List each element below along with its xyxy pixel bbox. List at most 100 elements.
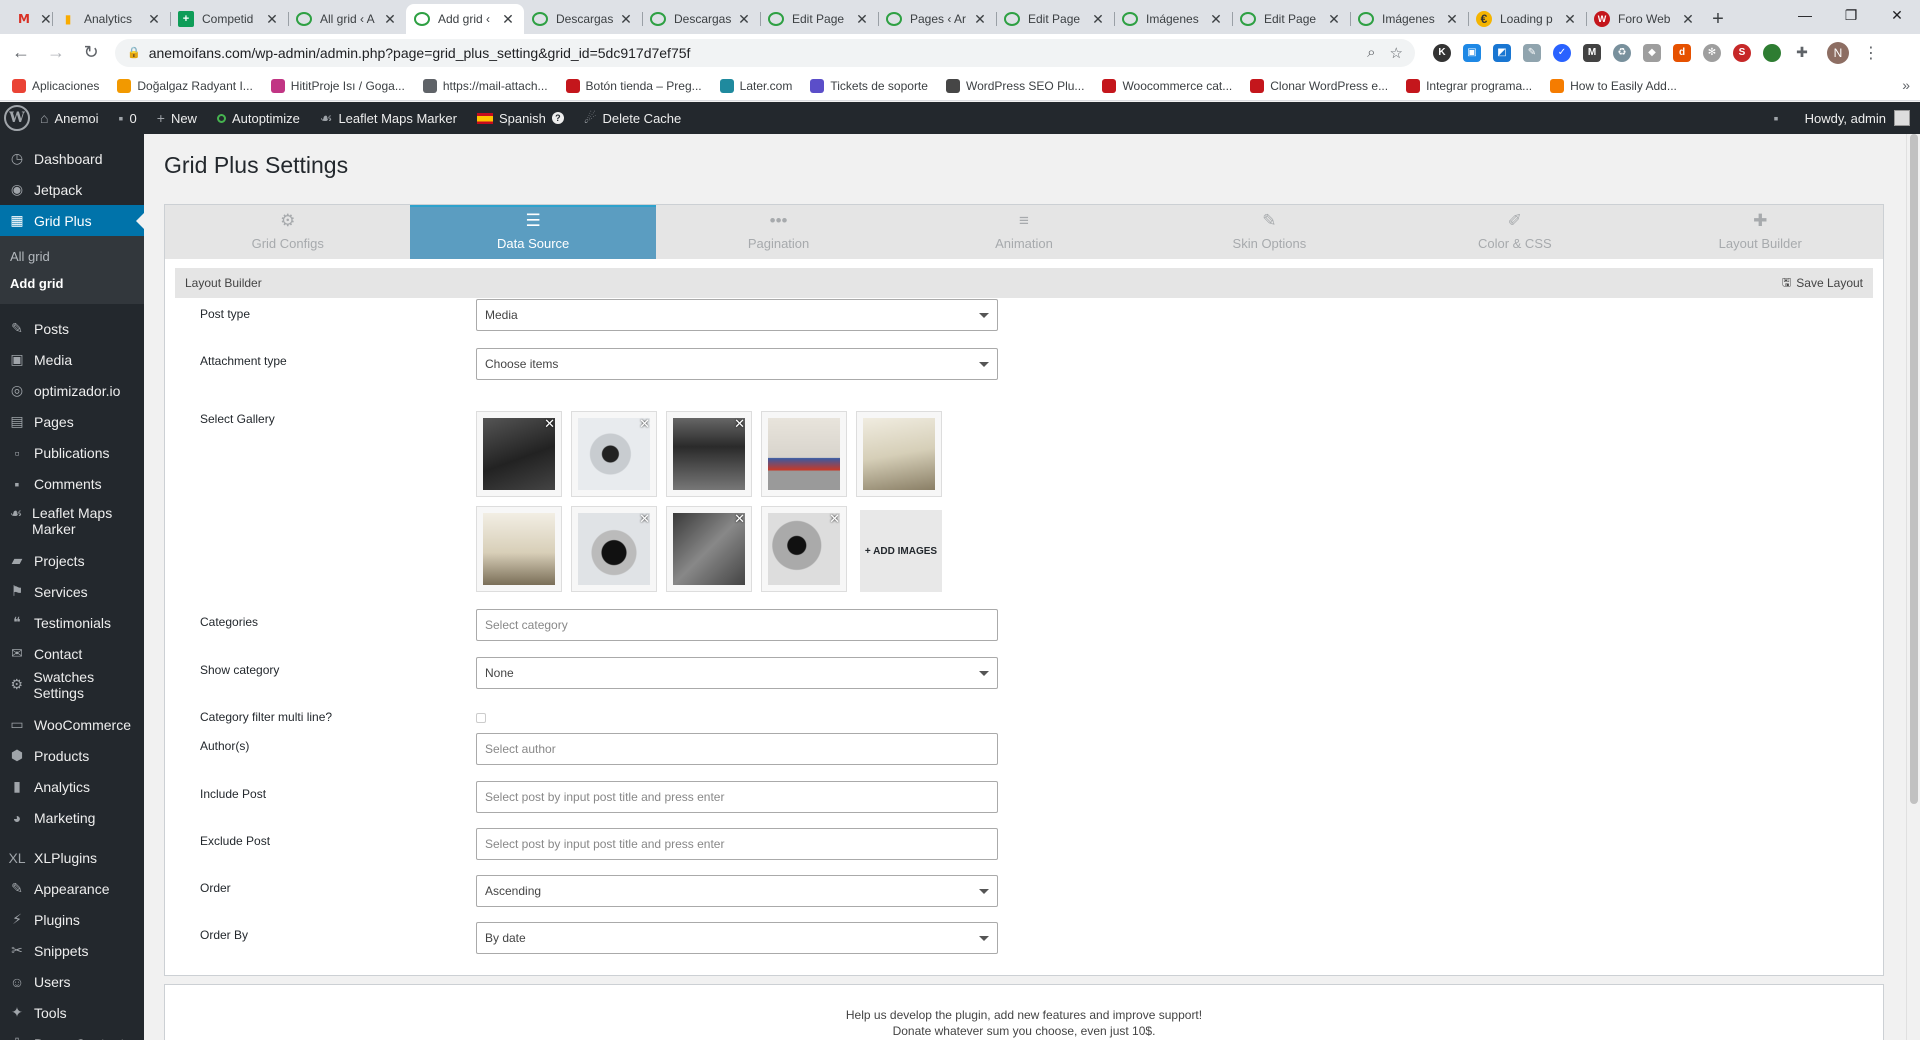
order-select[interactable]: Ascending (476, 875, 998, 907)
close-tab-icon[interactable]: ✕ (854, 11, 870, 28)
tab-animation[interactable]: ≡ Animation (901, 205, 1146, 259)
close-tab-icon[interactable]: ✕ (1208, 11, 1224, 28)
bookmarks-more-icon[interactable]: » (1902, 77, 1910, 93)
extensions-puzzle-icon[interactable]: ✚ (1793, 43, 1811, 62)
back-button[interactable]: ← (7, 39, 35, 67)
extension-docs-icon[interactable]: ▣ (1463, 43, 1481, 62)
scrollbar-thumb[interactable] (1910, 134, 1918, 804)
bookmark-item[interactable]: Doğalgaz Radyant I... (117, 78, 253, 93)
post-type-select[interactable]: Media (476, 299, 998, 331)
bookmark-item[interactable]: Integrar programa... (1406, 78, 1532, 93)
close-tab-icon[interactable]: ✕ (618, 11, 634, 28)
address-bar[interactable]: 🔒 anemoifans.com/wp-admin/admin.php?page… (115, 38, 1415, 67)
gallery-thumb[interactable] (856, 411, 942, 497)
browser-menu-icon[interactable]: ⋮ (1863, 43, 1879, 63)
close-tab-icon[interactable]: ✕ (1326, 11, 1342, 28)
extension-screenshot-icon[interactable]: ◩ (1493, 43, 1511, 62)
exclude-post-input[interactable]: Select post by input post title and pres… (476, 828, 998, 860)
browser-tab[interactable]: M ✕ (8, 4, 52, 34)
adminbar-new[interactable]: + New (147, 102, 207, 134)
sidebar-item-appearance[interactable]: ✎ Appearance (0, 873, 144, 904)
close-tab-icon[interactable]: ✕ (264, 11, 280, 28)
adminbar-leaflet[interactable]: ☙ Leaflet Maps Marker (310, 102, 467, 134)
sidebar-item-tools[interactable]: ✦ Tools (0, 997, 144, 1028)
close-tab-icon[interactable]: ✕ (972, 11, 988, 28)
wordpress-logo-icon[interactable]: W (4, 105, 30, 131)
submenu-item-add-grid[interactable]: Add grid (0, 270, 144, 297)
reload-button[interactable]: ↻ (77, 39, 105, 67)
extension-s-icon[interactable]: S (1733, 43, 1751, 62)
close-tab-icon[interactable]: ✕ (1090, 11, 1106, 28)
adminbar-delete-cache[interactable]: ☄ Delete Cache (574, 102, 691, 134)
sidebar-item-comments[interactable]: ▪ Comments (0, 468, 144, 499)
sidebar-item-products[interactable]: ⬢ Products (0, 740, 144, 771)
extension-tag-icon[interactable]: ◆ (1643, 43, 1661, 62)
gallery-thumb[interactable]: ✕ (476, 411, 562, 497)
sidebar-item-media[interactable]: ▣ Media (0, 344, 144, 375)
close-tab-icon[interactable]: ✕ (146, 11, 162, 28)
sidebar-item-grid-plus[interactable]: ▦ Grid Plus (0, 205, 144, 236)
authors-input[interactable]: Select author (476, 733, 998, 765)
tab-grid-configs[interactable]: ⚙ Grid Configs (165, 205, 410, 259)
remove-image-icon[interactable]: ✕ (734, 511, 745, 527)
adminbar-autoptimize[interactable]: Autoptimize (207, 102, 310, 134)
sidebar-item-testimonials[interactable]: ❝ Testimonials (0, 607, 144, 638)
minimize-icon[interactable]: — (1782, 0, 1828, 30)
extension-recycle-icon[interactable]: ♻ (1613, 43, 1631, 62)
sidebar-item-marketing[interactable]: ◕ Marketing (0, 802, 144, 833)
adminbar-site[interactable]: ⌂ Anemoi (30, 102, 109, 134)
browser-tab[interactable]: Descargas ✕ (524, 4, 642, 34)
gallery-thumb[interactable]: ✕ (666, 506, 752, 592)
profile-avatar[interactable]: N (1827, 41, 1849, 64)
gallery-thumb[interactable]: ✕ (571, 506, 657, 592)
forward-button[interactable]: → (42, 39, 70, 67)
browser-tab[interactable]: ▮ Analytics ✕ (52, 4, 170, 34)
bookmark-item[interactable]: Clonar WordPress e... (1250, 78, 1388, 93)
extension-m-icon[interactable]: M (1583, 43, 1601, 62)
sidebar-item-publications[interactable]: ▫ Publications (0, 437, 144, 468)
bookmark-item[interactable]: Botón tienda – Preg... (565, 78, 702, 93)
close-tab-icon[interactable]: ✕ (1562, 11, 1578, 28)
sidebar-item-dashboard[interactable]: ◷ Dashboard (0, 143, 144, 174)
close-tab-icon[interactable]: ✕ (500, 11, 516, 28)
bookmark-item[interactable]: Tickets de soporte (810, 78, 928, 93)
bookmark-item[interactable]: How to Easily Add... (1550, 78, 1677, 93)
remove-image-icon[interactable]: ✕ (829, 511, 840, 527)
browser-tab[interactable]: + Competid ✕ (170, 4, 288, 34)
bookmark-item[interactable]: Aplicaciones (12, 78, 99, 93)
order-by-select[interactable]: By date (476, 922, 998, 954)
close-tab-icon[interactable]: ✕ (1680, 11, 1696, 28)
submenu-item-all-grid[interactable]: All grid (0, 243, 144, 270)
zoom-icon[interactable]: ⌕ (1367, 44, 1375, 61)
bookmark-item[interactable]: https://mail-attach... (422, 78, 548, 93)
sidebar-item-posts[interactable]: ✎ Posts (0, 313, 144, 344)
adminbar-language[interactable]: Spanish? (467, 102, 574, 134)
sidebar-item-demo-content[interactable]: ⇩ Demo Content (0, 1028, 144, 1040)
bookmark-item[interactable]: Later.com (719, 78, 792, 93)
close-tab-icon[interactable]: ✕ (382, 11, 398, 28)
attachment-type-select[interactable]: Choose items (476, 348, 998, 380)
restore-icon[interactable]: ❐ (1828, 0, 1874, 30)
extension-check-icon[interactable]: ✓ (1553, 43, 1571, 62)
bookmark-item[interactable]: HititProje Isı / Goga... (270, 78, 405, 93)
adminbar-comments[interactable]: ▪ 0 (109, 102, 147, 134)
tab-data-source[interactable]: ☰ Data Source (410, 205, 656, 259)
browser-tab[interactable]: Imágenes ✕ (1350, 4, 1468, 34)
extension-eyedropper-icon[interactable]: ✎ (1523, 43, 1541, 62)
gallery-thumb[interactable]: ✕ (571, 411, 657, 497)
sidebar-item-projects[interactable]: ▰ Projects (0, 545, 144, 576)
show-category-select[interactable]: None (476, 657, 998, 689)
sidebar-item-optimizador-io[interactable]: ◎ optimizador.io (0, 375, 144, 406)
tab-skin-options[interactable]: ✎ Skin Options (1147, 205, 1392, 259)
category-multi-checkbox[interactable] (476, 713, 486, 723)
sidebar-item-contact[interactable]: ✉ Contact (0, 638, 144, 669)
browser-tab[interactable]: Edit Page ✕ (760, 4, 878, 34)
browser-tab[interactable]: Edit Page ✕ (996, 4, 1114, 34)
categories-input[interactable]: Select category (476, 609, 998, 641)
tab-color-css[interactable]: ✐ Color & CSS (1392, 205, 1637, 259)
page-scrollbar[interactable] (1906, 134, 1920, 1040)
tab-pagination[interactable]: ••• Pagination (656, 205, 901, 259)
tab-layout-builder[interactable]: ✚ Layout Builder (1638, 205, 1883, 259)
sidebar-item-analytics[interactable]: ▮ Analytics (0, 771, 144, 802)
browser-tab[interactable]: Edit Page ✕ (1232, 4, 1350, 34)
